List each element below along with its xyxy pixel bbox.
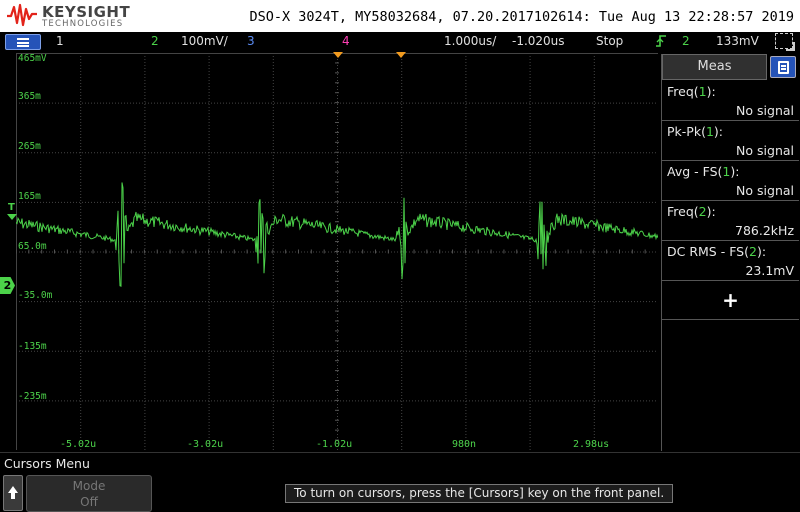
brand-subtitle: TECHNOLOGIES	[42, 19, 124, 29]
measurement-value: No signal	[736, 103, 794, 118]
y-axis-label: 165m	[18, 191, 41, 202]
y-axis-label: 365m	[18, 91, 41, 102]
add-measurement-button[interactable]: +	[662, 280, 799, 320]
y-axis-label: -235m	[18, 391, 47, 402]
main-menu-button[interactable]	[5, 34, 41, 50]
x-axis-label: 980n	[452, 439, 477, 450]
channel-2-scale[interactable]: 100mV/	[181, 34, 228, 48]
x-axis-label: -5.02u	[60, 439, 97, 450]
y-axis-label: 465mV	[18, 53, 47, 64]
x-axis-label: -3.02u	[187, 439, 224, 450]
status-bar: 1 2 100mV/ 3 4 1.000us/ -1.020us Stop 2 …	[0, 32, 800, 52]
channel-2-label[interactable]: 2	[151, 34, 159, 48]
waveform-display[interactable]	[16, 53, 658, 450]
run-state[interactable]: Stop	[596, 34, 623, 48]
measurement-value: 786.2kHz	[735, 223, 794, 238]
measurement-item[interactable]: Pk-Pk(1): No signal	[662, 121, 799, 161]
measurement-name: DC RMS - FS(2):	[667, 244, 767, 259]
measurement-value: No signal	[736, 143, 794, 158]
measurement-name: Freq(2):	[667, 204, 716, 219]
panel-menu-icon	[778, 61, 789, 74]
channel-4-label[interactable]: 4	[342, 34, 350, 48]
measurement-value: No signal	[736, 183, 794, 198]
measurement-channel: 1	[722, 164, 731, 179]
instrument-title: DSO-X 3024T, MY58032684, 07.20.201710261…	[249, 9, 794, 25]
x-axis-label: 2.98us	[573, 439, 610, 450]
measurement-item[interactable]: Avg - FS(1): No signal	[662, 161, 799, 201]
measurements-panel: Meas Freq(1): No signal Pk-Pk(1): No signal…	[661, 54, 799, 451]
y-axis-label: -35.0m	[18, 290, 53, 301]
mode-softkey-value: Off	[80, 495, 98, 509]
channel-2-ground-marker[interactable]: 2	[0, 277, 15, 294]
mode-softkey[interactable]: Mode Off	[26, 475, 152, 512]
rising-edge-icon[interactable]	[655, 34, 667, 51]
trigger-source[interactable]: 2	[682, 34, 690, 48]
trigger-level[interactable]: 133mV	[716, 34, 759, 48]
measurement-item[interactable]: Freq(2): 786.2kHz	[662, 201, 799, 241]
measurement-channel: 2	[698, 204, 707, 219]
horizontal-delay[interactable]: -1.020us	[512, 34, 565, 48]
meas-tab[interactable]: Meas	[662, 54, 767, 80]
channel-3-label[interactable]: 3	[247, 34, 255, 48]
title-bar: KEYSIGHT TECHNOLOGIES DSO-X 3024T, MY580…	[0, 0, 800, 32]
graticule-grid	[16, 53, 658, 450]
menu-title: Cursors Menu	[4, 456, 90, 471]
mode-softkey-label: Mode	[72, 479, 106, 493]
y-axis-label: 65.0m	[18, 241, 47, 252]
back-button[interactable]	[3, 475, 23, 511]
menu-icon	[17, 38, 29, 47]
channel-2-trace	[16, 182, 658, 287]
channel-1-label[interactable]: 1	[56, 34, 64, 48]
measurement-name: Avg - FS(1):	[667, 164, 740, 179]
measurement-channel: 1	[698, 84, 707, 99]
x-axis-label: -1.02u	[316, 439, 353, 450]
measurement-name: Pk-Pk(1):	[667, 124, 724, 139]
measurement-name: Freq(1):	[667, 84, 716, 99]
keysight-wave-icon	[7, 3, 37, 27]
timebase-scale[interactable]: 1.000us/	[444, 34, 496, 48]
measurement-value: 23.1mV	[745, 263, 794, 278]
measurement-channel: 2	[748, 244, 757, 259]
measurement-item[interactable]: DC RMS - FS(2): 23.1mV	[662, 241, 799, 281]
up-arrow-icon	[8, 486, 18, 499]
cursor-hint-message: To turn on cursors, press the [Cursors] …	[285, 484, 674, 503]
y-axis-label: -135m	[18, 341, 47, 352]
trigger-position-marker[interactable]	[333, 52, 343, 58]
keysight-logo: KEYSIGHT TECHNOLOGIES	[6, 2, 136, 30]
softkey-bar: Cursors Menu Mode Off To turn on cursors…	[0, 452, 800, 512]
window-resize-icon[interactable]	[775, 33, 795, 51]
meas-menu-button[interactable]	[770, 56, 796, 78]
delay-reference-marker[interactable]	[396, 52, 406, 58]
measurement-item[interactable]: Freq(1): No signal	[662, 81, 799, 121]
measurement-channel: 1	[705, 124, 714, 139]
trigger-level-marker[interactable]: T	[7, 202, 17, 220]
y-axis-label: 265m	[18, 141, 41, 152]
